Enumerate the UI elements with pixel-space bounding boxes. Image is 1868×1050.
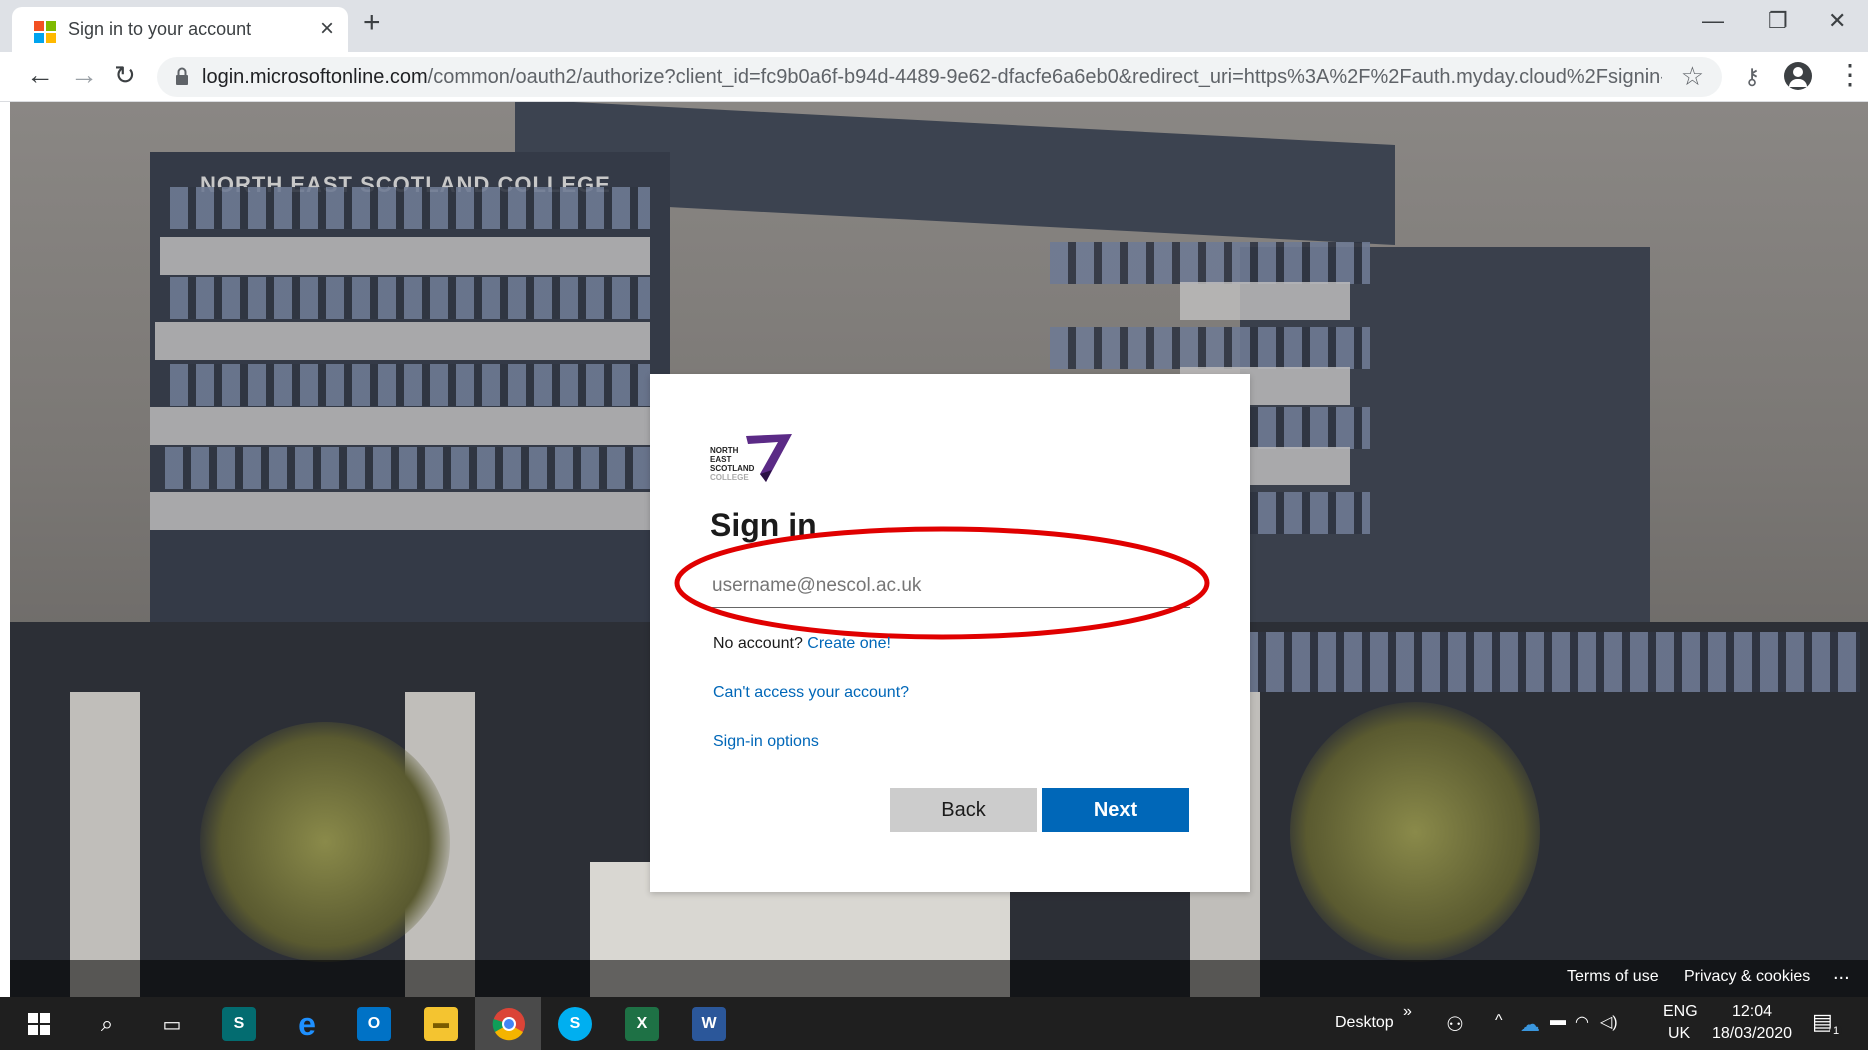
pillar (70, 692, 140, 997)
college-logo-mark-icon (746, 434, 792, 482)
key-icon[interactable]: ⚷ (1744, 64, 1760, 90)
new-tab-button[interactable]: + (363, 8, 381, 38)
star-icon[interactable]: ☆ (1681, 61, 1704, 92)
privacy-link[interactable]: Privacy & cookies (1684, 968, 1810, 986)
clock-time[interactable]: 12:04 (1732, 1003, 1772, 1021)
create-account-link[interactable]: Create one! (807, 635, 891, 652)
url-path: /common/oauth2/authorize?client_id=fc9b0… (427, 66, 1662, 88)
window-row (170, 187, 650, 229)
lock-icon (176, 67, 188, 85)
show-hidden-icons-icon[interactable]: ^ (1495, 1012, 1503, 1030)
window-row (170, 277, 650, 319)
reload-icon[interactable]: ↻ (114, 58, 136, 92)
college-logo: NORTH EAST SCOTLAND COLLEGE (710, 434, 792, 484)
wifi-icon[interactable]: ◠ (1575, 1012, 1589, 1032)
battery-icon[interactable]: ▬ (1550, 1012, 1566, 1030)
url-host: login.microsoftonline.com (202, 66, 428, 88)
tree (200, 722, 450, 962)
profile-icon[interactable] (1784, 62, 1812, 90)
minimize-button[interactable]: — (1702, 8, 1724, 34)
notification-count: 1 (1830, 1025, 1843, 1037)
window-row (165, 447, 650, 489)
facade-strip (1180, 282, 1350, 320)
task-view-icon[interactable]: ▭ (155, 1007, 189, 1041)
outlook-icon[interactable]: O (357, 1007, 391, 1041)
taskbar: ⌕ ▭ S e O ▬ S X W Desktop » ⚇ ^ ☁ ▬ ◠ ◁)… (0, 997, 1868, 1050)
address-bar[interactable]: login.microsoftonline.com/common/oauth2/… (157, 57, 1722, 97)
facade-strip (150, 407, 650, 445)
volume-icon[interactable]: ◁) (1600, 1012, 1618, 1032)
tab-title: Sign in to your account (68, 19, 252, 39)
browser-toolbar: ← → ↻ login.microsoftonline.com/common/o… (0, 52, 1868, 102)
page-title: Sign in (710, 507, 817, 543)
clock-date[interactable]: 18/03/2020 (1712, 1025, 1792, 1043)
url-text: login.microsoftonline.com/common/oauth2/… (202, 66, 1662, 89)
facade-strip (155, 322, 650, 360)
excel-icon[interactable]: X (625, 1007, 659, 1041)
chrome-icon[interactable] (492, 1007, 526, 1041)
people-icon[interactable]: ⚇ (1446, 1012, 1464, 1037)
language-top[interactable]: ENG (1663, 1003, 1698, 1021)
file-explorer-icon[interactable]: ▬ (424, 1007, 458, 1041)
tree (1290, 702, 1540, 962)
edge-icon[interactable]: e (290, 1006, 324, 1042)
email-field[interactable] (710, 564, 1190, 608)
browser-tab[interactable]: Sign in to your account × (12, 7, 348, 52)
back-button[interactable]: Back (890, 788, 1037, 832)
start-icon[interactable] (28, 1013, 50, 1035)
window-row (1050, 327, 1370, 369)
menu-icon[interactable]: ⋮ (1836, 60, 1864, 90)
skype-icon[interactable]: S (558, 1007, 592, 1041)
cant-access-link[interactable]: Can't access your account? (713, 684, 909, 702)
back-icon[interactable]: ← (26, 58, 54, 92)
window-row (1050, 242, 1370, 284)
signin-card: NORTH EAST SCOTLAND COLLEGE Sign in No a… (650, 374, 1250, 892)
desktop-toolbar-label[interactable]: Desktop (1335, 1014, 1394, 1032)
onedrive-icon[interactable]: ☁ (1520, 1012, 1540, 1037)
more-options-icon[interactable]: ... (1833, 962, 1850, 985)
forward-icon[interactable]: → (70, 58, 98, 92)
facade-strip (160, 237, 650, 275)
word-icon[interactable]: W (692, 1007, 726, 1041)
page-content: NORTH EAST SCOTLAND COLLEGE Terms of use… (10, 102, 1868, 997)
facade-strip (150, 492, 650, 530)
tab-close-icon[interactable]: × (320, 15, 334, 43)
chevron-icon[interactable]: » (1403, 1003, 1412, 1021)
restore-button[interactable]: ❐ (1768, 8, 1788, 34)
window-row (1240, 632, 1860, 692)
search-icon[interactable]: ⌕ (90, 1007, 124, 1041)
language-bottom[interactable]: UK (1668, 1025, 1690, 1043)
no-account-label: No account? (713, 635, 803, 652)
close-window-button[interactable]: ✕ (1828, 8, 1846, 34)
no-account-row: No account? Create one! (713, 635, 891, 653)
window-row (170, 364, 650, 406)
signin-options-link[interactable]: Sign-in options (713, 733, 819, 751)
tab-strip: Sign in to your account × + — ❐ ✕ (0, 0, 1868, 52)
microsoft-logo-icon (34, 21, 56, 43)
sharepoint-icon[interactable]: S (222, 1007, 256, 1041)
terms-link[interactable]: Terms of use (1567, 968, 1659, 986)
next-button[interactable]: Next (1042, 788, 1189, 832)
